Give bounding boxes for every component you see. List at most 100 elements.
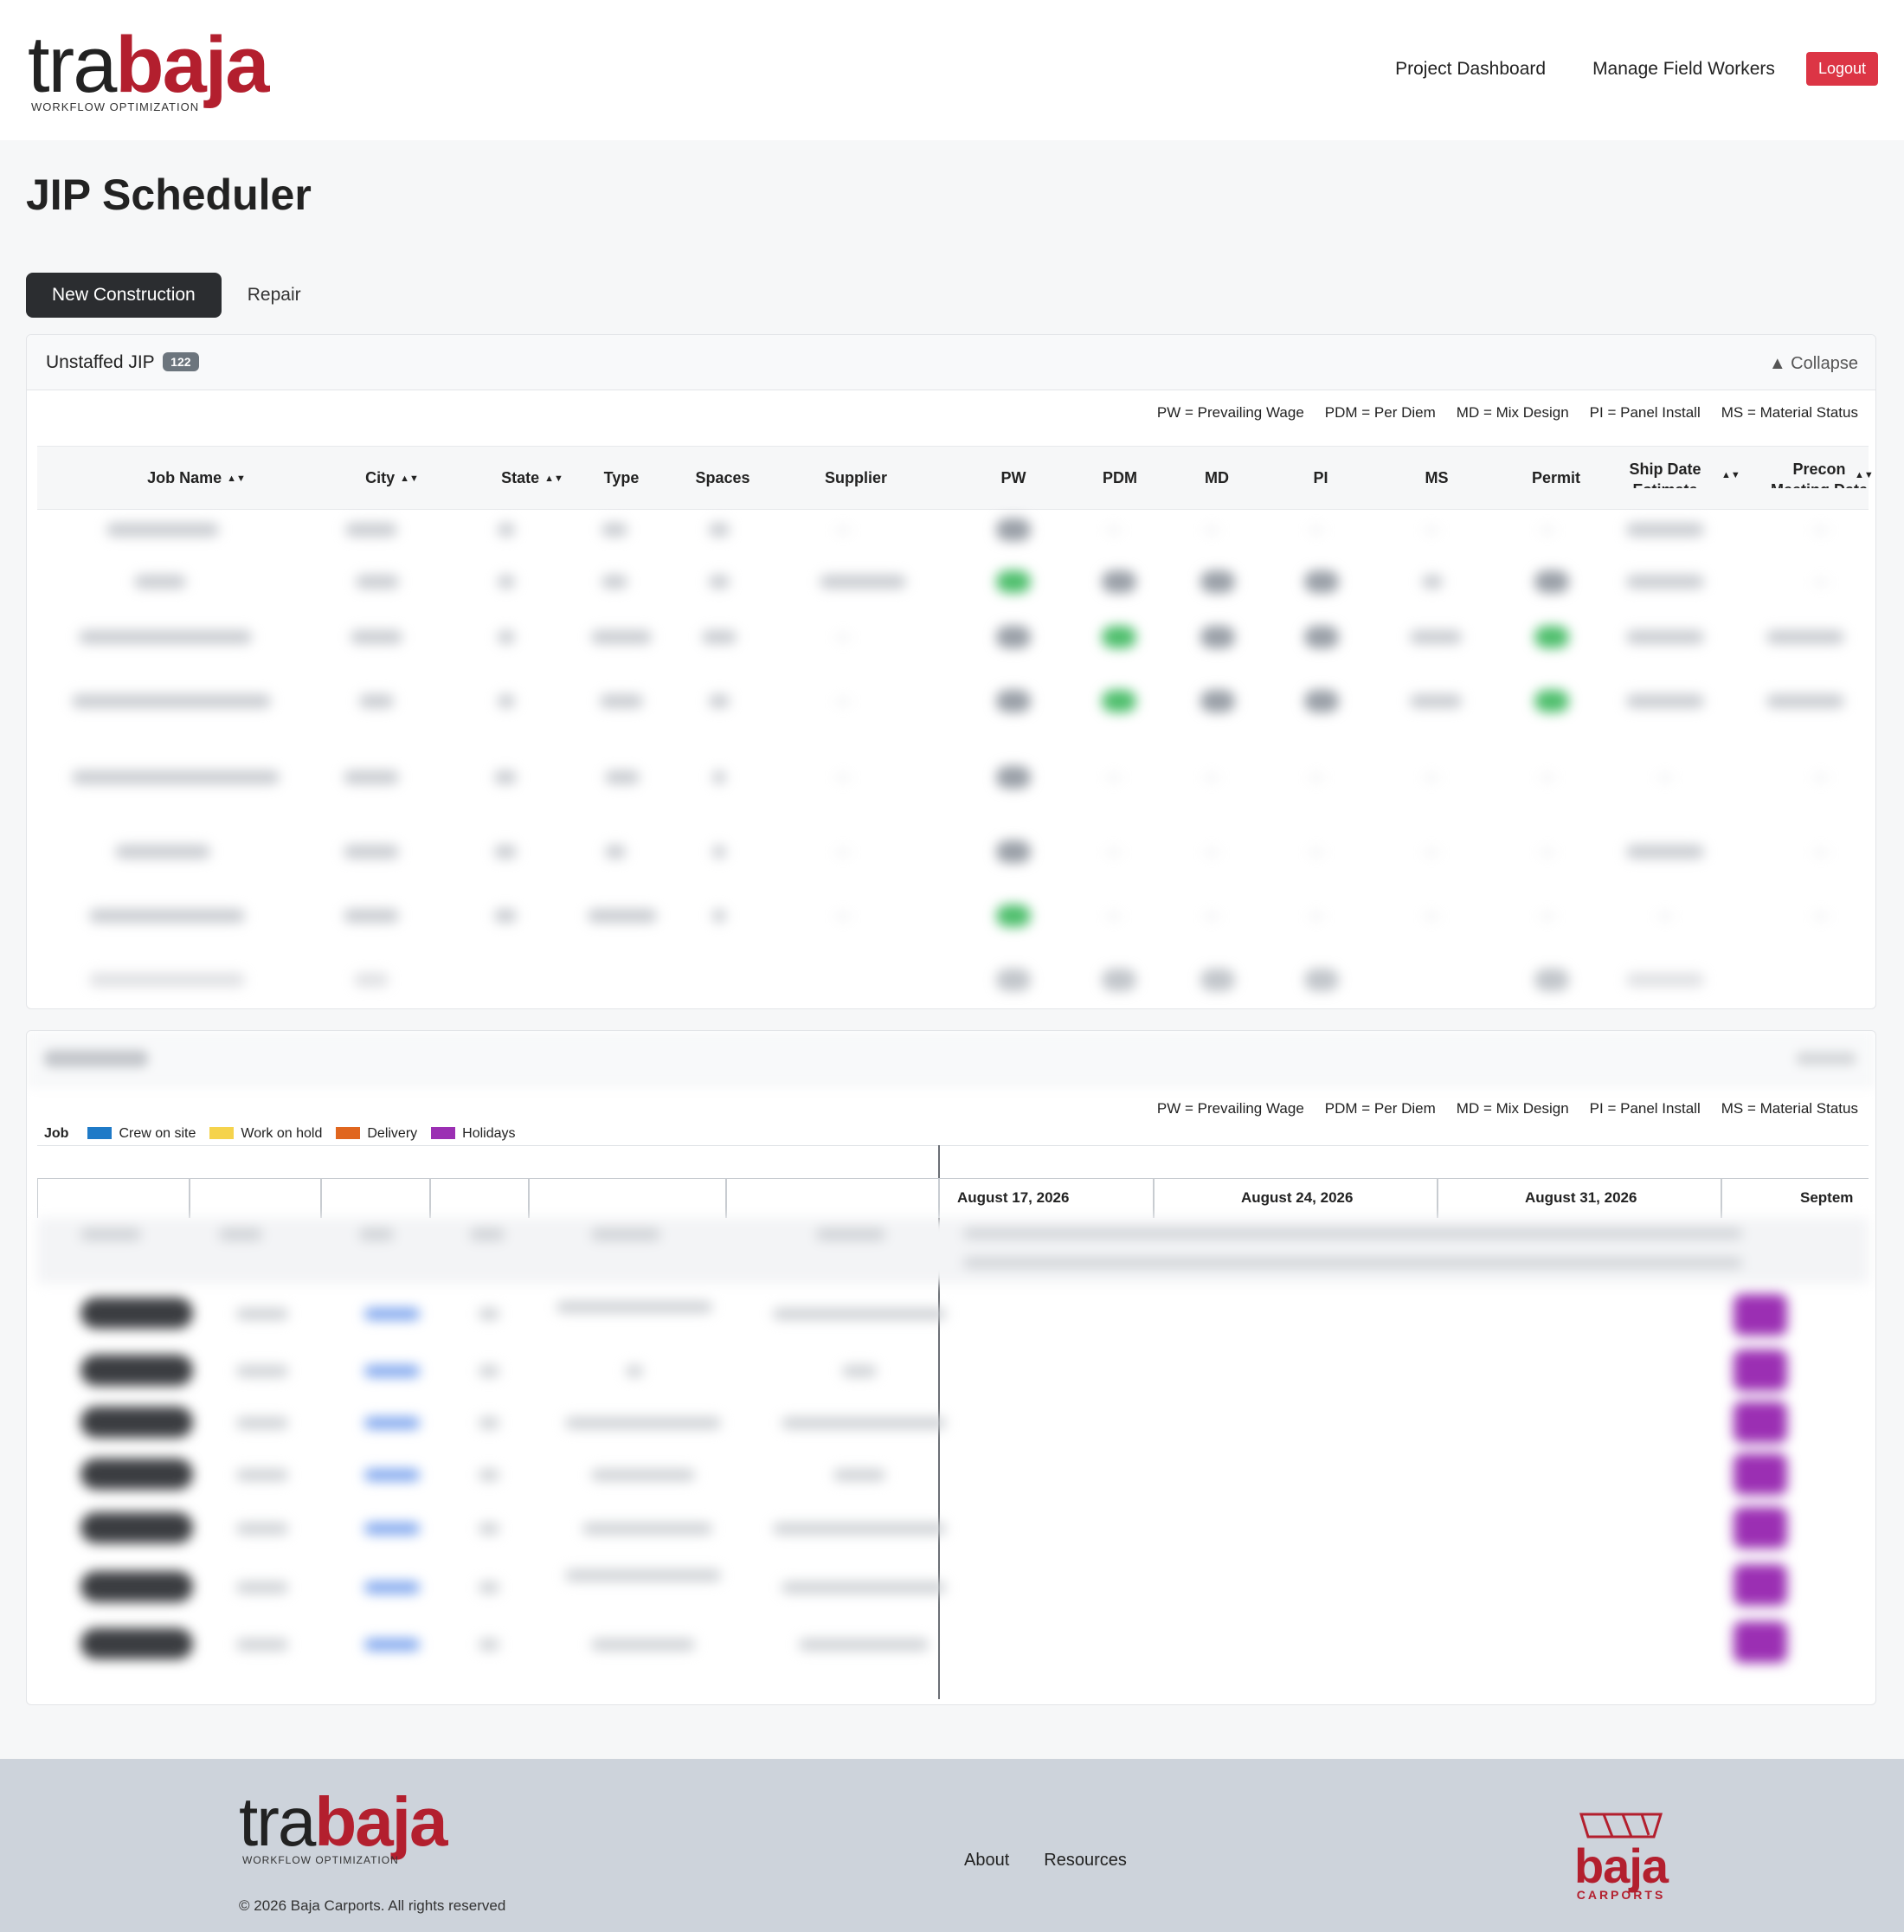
- legend-pdm: PDM = Per Diem: [1324, 404, 1436, 421]
- col-state[interactable]: State ▲▼: [480, 469, 584, 487]
- top-navbar: trabaja WORKFLOW OPTIMIZATION Project Da…: [0, 0, 1904, 140]
- sort-icon: ▲▼: [400, 473, 419, 484]
- legend-pi: PI = Panel Install: [1589, 1100, 1701, 1117]
- col-state-label: State: [501, 469, 540, 486]
- page-title: JIP Scheduler: [26, 171, 312, 219]
- col-ms: MS: [1425, 469, 1449, 486]
- holiday-block[interactable]: [1734, 1401, 1787, 1443]
- unstaffed-title-text: Unstaffed JIP: [46, 352, 155, 372]
- footer-logo-tra: tra: [239, 1783, 316, 1860]
- week-label: Septem: [1800, 1189, 1854, 1206]
- logo-baja: baja: [115, 21, 269, 109]
- abbreviation-legend: PW = Prevailing Wage PDM = Per Diem MD =…: [1157, 404, 1858, 422]
- col-ship-date-label: Ship Date Estimate: [1629, 460, 1701, 488]
- left-col-header: [37, 1178, 190, 1218]
- col-supplier: Supplier: [824, 469, 887, 486]
- job-badge[interactable]: [80, 1298, 193, 1329]
- holiday-block[interactable]: [1734, 1507, 1787, 1549]
- col-city-label: City: [365, 469, 396, 486]
- footer-trabaja-logo[interactable]: trabaja WORKFLOW OPTIMIZATION: [239, 1787, 447, 1867]
- legend-pw: PW = Prevailing Wage: [1156, 404, 1304, 421]
- job-type-tabs: New Construction Repair: [26, 273, 327, 318]
- unstaffed-card-header: Unstaffed JIP 122 ▲ Collapse: [27, 335, 1875, 390]
- key-holidays-label: Holidays: [462, 1126, 516, 1141]
- holiday-block[interactable]: [1734, 1349, 1787, 1391]
- nav-project-dashboard[interactable]: Project Dashboard: [1395, 59, 1546, 80]
- col-permit: Permit: [1531, 469, 1581, 486]
- sort-icon: ▲▼: [544, 473, 563, 484]
- crew-swatch: [87, 1127, 113, 1139]
- footer-links: About Resources: [964, 1851, 1127, 1871]
- copyright-text: © 2026 Baja Carports. All rights reserve…: [239, 1897, 506, 1914]
- key-delivery-label: Delivery: [367, 1126, 418, 1141]
- tab-repair[interactable]: Repair: [248, 273, 327, 318]
- col-job-name[interactable]: Job Name ▲▼: [110, 469, 283, 487]
- col-md: MD: [1205, 469, 1229, 486]
- week-header: Septem: [1721, 1178, 1869, 1218]
- week-label: August 31, 2026: [1525, 1189, 1637, 1206]
- left-col-header: [430, 1178, 529, 1218]
- holiday-block[interactable]: [1734, 1564, 1787, 1606]
- job-badge[interactable]: [80, 1512, 193, 1543]
- job-badge[interactable]: [80, 1407, 193, 1438]
- calendar-body-blurred: [37, 1218, 1869, 1685]
- carports-wordmark: CARPORTS: [1576, 1888, 1666, 1902]
- collapse-button[interactable]: ▲ Collapse: [1769, 354, 1858, 374]
- carport-roof-icon: [1579, 1813, 1663, 1839]
- col-type: Type: [603, 469, 640, 486]
- col-spaces: Spaces: [695, 469, 750, 486]
- key-job-label: Job: [44, 1126, 69, 1141]
- legend-ms: MS = Material Status: [1721, 404, 1858, 421]
- trabaja-logo[interactable]: trabaja WORKFLOW OPTIMIZATION: [28, 25, 269, 113]
- legend-md: MD = Mix Design: [1456, 1100, 1569, 1117]
- job-badge[interactable]: [80, 1628, 193, 1659]
- job-badge[interactable]: [80, 1355, 193, 1386]
- staffed-card-header: [27, 1031, 1875, 1086]
- holiday-swatch: [431, 1127, 456, 1139]
- key-crew-on-site: Crew on site: [87, 1126, 196, 1142]
- holiday-block[interactable]: [1734, 1294, 1787, 1336]
- job-badge[interactable]: [80, 1459, 193, 1490]
- delivery-swatch: [336, 1127, 361, 1139]
- job-badge[interactable]: [80, 1571, 193, 1602]
- col-job-name-label: Job Name: [147, 469, 222, 486]
- sort-icon[interactable]: ▲▼: [1716, 466, 1740, 484]
- col-ship-date[interactable]: Ship Date Estimate: [1609, 459, 1721, 488]
- divider: [37, 1145, 1869, 1146]
- footer-logo-wordmark: trabaja: [239, 1787, 447, 1857]
- left-col-header: [321, 1178, 430, 1218]
- calendar-color-key: Job Crew on site Work on hold Delivery H…: [44, 1126, 516, 1142]
- unstaffed-count-badge: 122: [163, 352, 199, 371]
- footer-link-resources[interactable]: Resources: [1044, 1851, 1127, 1871]
- unstaffed-table-header: Job Name ▲▼ City ▲▼ State ▲▼ Type Spaces Su…: [37, 446, 1874, 510]
- col-pdm: PDM: [1103, 469, 1137, 486]
- hold-swatch: [209, 1127, 235, 1139]
- logout-button[interactable]: Logout: [1805, 52, 1878, 86]
- legend-md: MD = Mix Design: [1456, 404, 1569, 421]
- unstaffed-jip-card: Unstaffed JIP 122 ▲ Collapse PW = Prevai…: [26, 334, 1876, 1009]
- collapse-button-blurred[interactable]: [1796, 1052, 1856, 1066]
- unstaffed-title: Unstaffed JIP 122: [46, 352, 199, 373]
- footer-link-about[interactable]: About: [964, 1851, 1009, 1871]
- legend-pi: PI = Panel Install: [1589, 404, 1701, 421]
- week-label: August 17, 2026: [957, 1189, 1070, 1206]
- nav-manage-field-workers[interactable]: Manage Field Workers: [1592, 59, 1775, 80]
- left-col-header: [529, 1178, 726, 1218]
- key-holidays: Holidays: [431, 1126, 516, 1142]
- footer-logo-baja: baja: [314, 1783, 447, 1860]
- week-label: August 24, 2026: [1241, 1189, 1354, 1206]
- key-crew-label: Crew on site: [119, 1126, 196, 1141]
- staffed-title-blurred: [44, 1050, 148, 1067]
- sort-icon[interactable]: ▲▼: [1849, 466, 1874, 484]
- legend-pdm: PDM = Per Diem: [1324, 1100, 1436, 1117]
- main-nav: Project Dashboard Manage Field Workers L…: [1395, 52, 1878, 86]
- legend-pw: PW = Prevailing Wage: [1156, 1100, 1304, 1117]
- sort-icon: ▲▼: [227, 473, 246, 484]
- col-pi: PI: [1313, 469, 1328, 486]
- week-header: August 17, 2026: [939, 1178, 1154, 1218]
- holiday-block[interactable]: [1734, 1453, 1787, 1495]
- holiday-block[interactable]: [1734, 1621, 1787, 1663]
- key-delivery: Delivery: [336, 1126, 417, 1142]
- tab-new-construction[interactable]: New Construction: [26, 273, 222, 318]
- col-city[interactable]: City ▲▼: [340, 469, 444, 487]
